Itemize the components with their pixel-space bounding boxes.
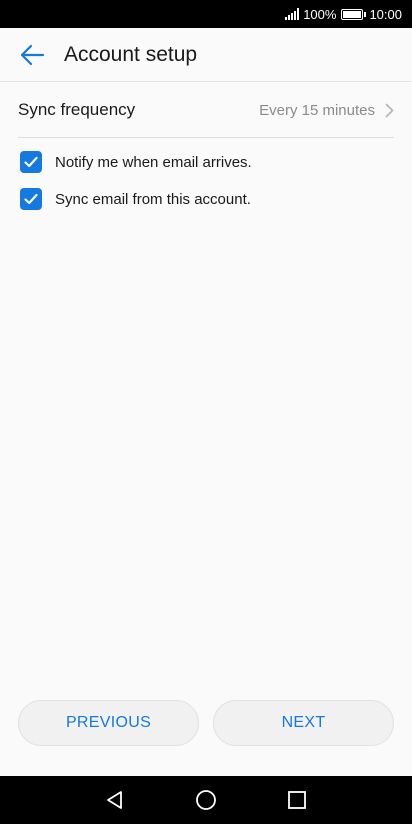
previous-button[interactable]: PREVIOUS xyxy=(18,700,199,746)
battery-icon xyxy=(341,8,367,20)
nav-back-button[interactable] xyxy=(95,780,135,820)
arrow-left-icon xyxy=(20,44,45,65)
screen: 100% 10:00 Account setup Sync frequency … xyxy=(0,0,412,824)
triangle-back-icon xyxy=(107,791,123,809)
notify-checkbox[interactable] xyxy=(20,151,42,173)
square-recents-icon xyxy=(287,791,306,809)
back-button[interactable] xyxy=(0,28,64,82)
sync-frequency-row[interactable]: Sync frequency Every 15 minutes xyxy=(18,83,394,138)
circle-home-icon xyxy=(196,790,216,810)
navigation-bar xyxy=(0,776,412,824)
sync-frequency-label: Sync frequency xyxy=(18,100,136,119)
status-bar: 100% 10:00 xyxy=(0,0,412,28)
sync-frequency-value-wrap: Every 15 minutes xyxy=(259,102,394,119)
page-title: Account setup xyxy=(64,42,198,66)
nav-recents-button[interactable] xyxy=(277,780,317,820)
notify-option[interactable]: Notify me when email arrives. xyxy=(20,146,396,178)
signal-icon xyxy=(285,8,300,20)
battery-percent: 100% xyxy=(303,6,337,22)
sync-frequency-value: Every 15 minutes xyxy=(259,101,375,119)
nav-home-button[interactable] xyxy=(186,780,226,820)
sync-email-label: Sync email from this account. xyxy=(55,190,251,208)
sync-email-checkbox[interactable] xyxy=(20,188,42,210)
app-bar: Account setup xyxy=(0,28,412,82)
chevron-right-icon xyxy=(385,103,394,117)
sync-email-option[interactable]: Sync email from this account. xyxy=(20,183,396,215)
clock: 10:00 xyxy=(369,6,402,22)
checkmark-icon xyxy=(24,193,38,205)
next-button[interactable]: NEXT xyxy=(213,700,394,746)
notify-label: Notify me when email arrives. xyxy=(55,153,252,171)
checkmark-icon xyxy=(24,156,38,168)
